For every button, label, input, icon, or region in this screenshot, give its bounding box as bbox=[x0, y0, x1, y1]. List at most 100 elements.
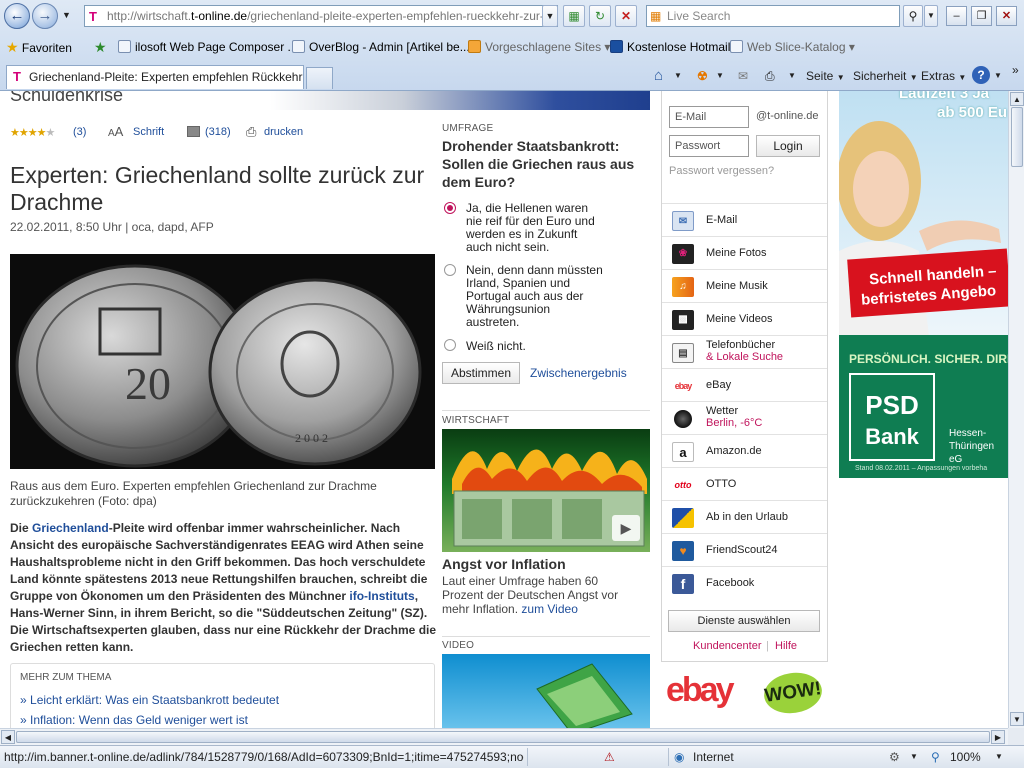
popup-blocked-icon[interactable]: ⚠ bbox=[604, 746, 615, 768]
vertical-scrollbar[interactable]: ▲ ▼ bbox=[1008, 91, 1024, 728]
protected-mode-dropdown-icon[interactable]: ▼ bbox=[910, 746, 918, 768]
font-size-icon[interactable]: AA bbox=[108, 124, 123, 139]
service-phonebooks[interactable]: ▤ Telefonbücher & Lokale Suche bbox=[662, 335, 827, 368]
economy-title[interactable]: Angst vor Inflation bbox=[442, 556, 566, 572]
ad-region: Hessen-Thüringen eG bbox=[949, 428, 995, 465]
password-field[interactable]: Passwort bbox=[669, 135, 749, 157]
security-menu[interactable]: Sicherheit ▼ bbox=[853, 68, 918, 86]
scroll-up-icon[interactable]: ▲ bbox=[1010, 92, 1024, 106]
more-link-1[interactable]: » Leicht erklärt: Was ein Staatsbankrott… bbox=[20, 693, 279, 707]
poll-option-3-radio[interactable] bbox=[444, 339, 456, 351]
extras-menu[interactable]: Extras ▼ bbox=[921, 68, 966, 86]
to-video-link[interactable]: zum Video bbox=[521, 602, 577, 616]
new-tab-button[interactable] bbox=[306, 67, 333, 89]
add-favorite-icon[interactable]: ★ bbox=[94, 38, 107, 56]
help-icon[interactable]: ? bbox=[972, 66, 990, 84]
zoom-dropdown-icon[interactable]: ▼ bbox=[995, 746, 1003, 768]
home-dropdown-icon[interactable]: ▼ bbox=[674, 68, 682, 84]
favorite-item-3[interactable]: Vorgeschlagene Sites ▾ bbox=[468, 38, 610, 56]
poll-option-3-label[interactable]: Weiß nicht. bbox=[466, 339, 526, 353]
service-music[interactable]: ♫ Meine Musik bbox=[662, 269, 827, 302]
service-email[interactable]: ✉ E-Mail bbox=[662, 203, 827, 236]
favorite-item-1[interactable]: ilosoft Web Page Composer ... bbox=[118, 38, 298, 56]
print-dropdown-icon[interactable]: ▼ bbox=[788, 68, 796, 84]
search-options-icon[interactable]: ▼ bbox=[924, 5, 938, 27]
poll-option-2-label[interactable]: Nein, denn dann müssten Irland, Spanien … bbox=[466, 264, 606, 329]
close-window-button[interactable]: ✕ bbox=[996, 6, 1017, 26]
favorites-button[interactable]: ★ Favoriten bbox=[6, 38, 72, 56]
poll-option-1-label[interactable]: Ja, die Hellenen waren nie reif für den … bbox=[466, 202, 606, 254]
email-field[interactable]: E-Mail bbox=[669, 106, 749, 128]
service-weather[interactable]: Wetter Berlin, -6°C bbox=[662, 401, 827, 434]
comments-icon[interactable] bbox=[187, 126, 200, 137]
print-icon[interactable]: ⎙ bbox=[246, 124, 256, 140]
rating-count[interactable]: (3) bbox=[73, 126, 86, 138]
poll-option-1-radio[interactable] bbox=[444, 202, 456, 214]
minimize-button[interactable]: – bbox=[946, 6, 967, 26]
mail-icon[interactable]: ✉ bbox=[738, 68, 748, 84]
horizontal-scrollbar[interactable]: ◀ ▶ bbox=[0, 728, 1008, 745]
rating-stars-icon[interactable]: ★★★★★ bbox=[10, 126, 55, 139]
restore-button[interactable]: ❐ bbox=[971, 6, 992, 26]
history-dropdown-icon[interactable]: ▼ bbox=[62, 10, 71, 20]
print-link[interactable]: drucken bbox=[264, 126, 303, 138]
comments-count[interactable]: (318) bbox=[205, 126, 231, 138]
search-input[interactable]: ▦ Live Search bbox=[646, 5, 900, 27]
play-icon[interactable]: ▶ bbox=[612, 515, 640, 541]
service-friendscout[interactable]: ♥ FriendScout24 bbox=[662, 533, 827, 566]
zoom-level[interactable]: 100% bbox=[950, 746, 981, 768]
stop-icon[interactable]: ✕ bbox=[615, 5, 637, 27]
service-amazon[interactable]: a Amazon.de bbox=[662, 434, 827, 467]
search-icon[interactable]: ⚲ bbox=[903, 5, 923, 27]
service-videos[interactable]: ▩ Meine Videos bbox=[662, 302, 827, 335]
tab-current[interactable]: T Griechenland-Pleite: Experten empfehle… bbox=[6, 65, 304, 89]
protected-mode-icon[interactable]: ⚙ bbox=[889, 746, 900, 768]
inflation-video-thumbnail[interactable]: ▶ bbox=[442, 429, 650, 552]
favorite-item-4[interactable]: Kostenlose Hotmail bbox=[610, 38, 730, 56]
wow-badge-logo[interactable]: WOW! bbox=[761, 669, 825, 717]
scroll-down-icon[interactable]: ▼ bbox=[1010, 712, 1024, 726]
forward-button[interactable]: → bbox=[32, 3, 58, 29]
greece-link[interactable]: Griechenland bbox=[32, 521, 109, 535]
help-link[interactable]: Hilfe bbox=[775, 640, 797, 652]
service-holiday[interactable]: Ab in den Urlaub bbox=[662, 500, 827, 533]
service-photos[interactable]: ❀ Meine Fotos bbox=[662, 236, 827, 269]
psd-bank-ad[interactable]: Laufzeit 3 Ja ab 500 Eu Schnell handeln … bbox=[839, 91, 1008, 478]
otto-icon: otto bbox=[669, 475, 697, 495]
print-icon[interactable]: ⎙ bbox=[765, 68, 775, 84]
service-facebook[interactable]: f Facebook bbox=[662, 566, 827, 599]
ebay-logo[interactable]: ebay bbox=[666, 671, 734, 710]
poll-option-2-radio[interactable] bbox=[444, 264, 456, 276]
video-thumbnail[interactable] bbox=[442, 654, 650, 728]
vertical-scroll-thumb[interactable] bbox=[1011, 107, 1023, 167]
service-otto[interactable]: otto OTTO bbox=[662, 467, 827, 500]
font-size-link[interactable]: Schrift bbox=[133, 126, 164, 138]
horizontal-scroll-thumb[interactable] bbox=[16, 731, 990, 743]
customer-center-link[interactable]: Kundencenter bbox=[693, 640, 762, 652]
more-link-2[interactable]: » Inflation: Wenn das Geld weniger wert … bbox=[20, 713, 248, 727]
scroll-right-icon[interactable]: ▶ bbox=[991, 730, 1005, 744]
more-commands-icon[interactable]: » bbox=[1012, 62, 1019, 78]
home-icon[interactable]: ⌂ bbox=[654, 68, 663, 84]
forgot-password-link[interactable]: Passwort vergessen? bbox=[669, 165, 774, 177]
feeds-dropdown-icon[interactable]: ▼ bbox=[716, 68, 724, 84]
interim-results-link[interactable]: Zwischenergebnis bbox=[530, 366, 627, 380]
help-dropdown-icon[interactable]: ▼ bbox=[994, 68, 1002, 84]
ifo-institut-link[interactable]: ifo-Instituts bbox=[349, 589, 414, 603]
scroll-left-icon[interactable]: ◀ bbox=[1, 730, 15, 744]
compatibility-icon[interactable]: ▦ bbox=[563, 5, 585, 27]
vote-button[interactable]: Abstimmen bbox=[442, 362, 520, 384]
choose-services-button[interactable]: Dienste auswählen bbox=[668, 610, 820, 632]
section-header: Schuldenkrise bbox=[10, 91, 124, 105]
feeds-icon[interactable]: ☢ bbox=[697, 68, 708, 84]
login-button[interactable]: Login bbox=[756, 135, 820, 157]
back-button[interactable]: ← bbox=[4, 3, 30, 29]
address-dropdown-icon[interactable]: ▼ bbox=[542, 5, 558, 27]
address-bar[interactable]: T http://wirtschaft.t-online.de/griechen… bbox=[84, 5, 558, 27]
service-ebay[interactable]: ebay eBay bbox=[662, 368, 827, 401]
favorite-item-2[interactable]: OverBlog - Admin [Artikel be... bbox=[292, 38, 470, 56]
favorite-item-5[interactable]: Web Slice-Katalog ▾ bbox=[730, 38, 855, 56]
zoom-icon[interactable]: ⚲ bbox=[931, 746, 940, 768]
page-menu[interactable]: Seite ▼ bbox=[806, 68, 845, 86]
refresh-icon[interactable]: ↻ bbox=[589, 5, 611, 27]
